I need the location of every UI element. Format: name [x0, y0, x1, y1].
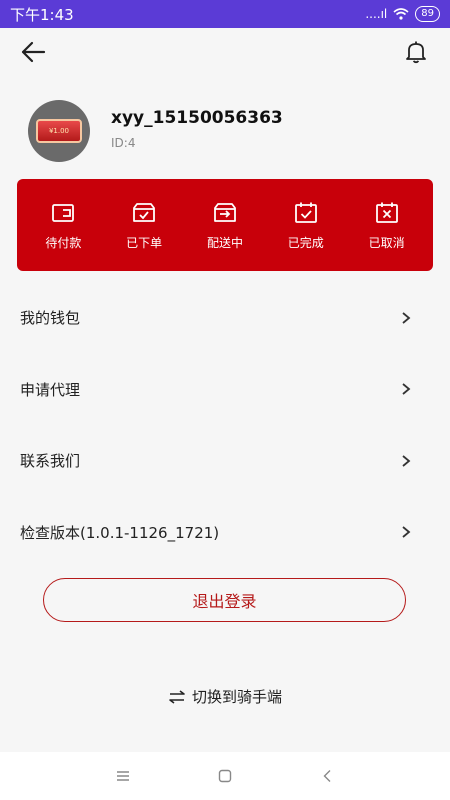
menu-item-check-version[interactable]: 检查版本(1.0.1-1126_1721): [0, 497, 450, 569]
chevron-right-icon: [402, 312, 411, 324]
username: xyy_15150056363: [111, 108, 283, 128]
order-placed[interactable]: 已下单: [107, 190, 181, 260]
menu-item-label: 检查版本(1.0.1-1126_1721): [20, 523, 220, 542]
wallet-icon: [52, 203, 75, 222]
menu-icon: [117, 771, 129, 781]
menu-nav-button[interactable]: [108, 761, 138, 791]
settings-menu: 我的钱包 申请代理 联系我们 检查版本(1.0.1-1126_1721): [0, 282, 450, 568]
user-id: ID:4: [111, 136, 136, 150]
back-nav-button[interactable]: [312, 761, 342, 791]
wifi-icon: [393, 8, 409, 20]
ordered-icon: [133, 202, 156, 222]
back-button[interactable]: [16, 38, 50, 66]
avatar[interactable]: ¥1.00: [28, 100, 90, 162]
back-triangle-icon: [323, 770, 331, 782]
avatar-image: ¥1.00: [36, 119, 82, 143]
chevron-right-icon: [402, 455, 411, 467]
chevron-right-icon: [402, 526, 411, 538]
home-square-icon: [218, 769, 232, 783]
signal-icon: ....ıl: [365, 7, 388, 21]
order-label: 已取消: [368, 235, 405, 250]
avatar-text: ¥1.00: [48, 127, 70, 135]
switch-to-rider-button[interactable]: 切换到骑手端: [0, 686, 450, 707]
order-delivering[interactable]: 配送中: [188, 190, 262, 260]
menu-item-contact-us[interactable]: 联系我们: [0, 425, 450, 497]
order-label: 已完成: [287, 235, 324, 250]
swap-icon: [169, 689, 185, 704]
system-nav-bar: [0, 752, 450, 800]
order-cancelled[interactable]: 已取消: [350, 190, 424, 260]
menu-item-wallet[interactable]: 我的钱包: [0, 282, 450, 354]
status-time: 下午1:43: [10, 5, 74, 24]
order-label: 待付款: [45, 235, 82, 250]
delivery-icon: [214, 202, 236, 222]
status-icons: ....ıl 89: [365, 6, 440, 22]
arrow-left-icon: [21, 41, 46, 63]
top-bar: [0, 28, 450, 76]
menu-item-label: 联系我们: [20, 452, 81, 471]
bell-icon: [406, 41, 426, 64]
cancelled-icon: [375, 202, 398, 223]
battery-indicator: 89: [415, 6, 440, 22]
order-completed[interactable]: 已完成: [269, 190, 343, 260]
completed-icon: [294, 202, 317, 223]
order-label: 配送中: [206, 235, 243, 250]
menu-item-label: 申请代理: [20, 380, 81, 399]
menu-item-label: 我的钱包: [20, 309, 81, 328]
menu-item-apply-agent[interactable]: 申请代理: [0, 354, 450, 426]
order-label: 已下单: [126, 235, 163, 250]
switch-label: 切换到骑手端: [191, 688, 282, 706]
logout-button[interactable]: 退出登录: [43, 578, 406, 622]
order-pending-payment[interactable]: 待付款: [26, 190, 100, 260]
profile-section: ¥1.00 xyy_15150056363 ID:4: [0, 96, 450, 166]
status-bar: 下午1:43 ....ıl 89: [0, 0, 450, 28]
order-status-panel: 待付款 已下单 配送中 已完成 已取消: [17, 179, 433, 271]
notification-button[interactable]: [402, 37, 430, 67]
home-nav-button[interactable]: [210, 761, 240, 791]
chevron-right-icon: [402, 383, 411, 395]
